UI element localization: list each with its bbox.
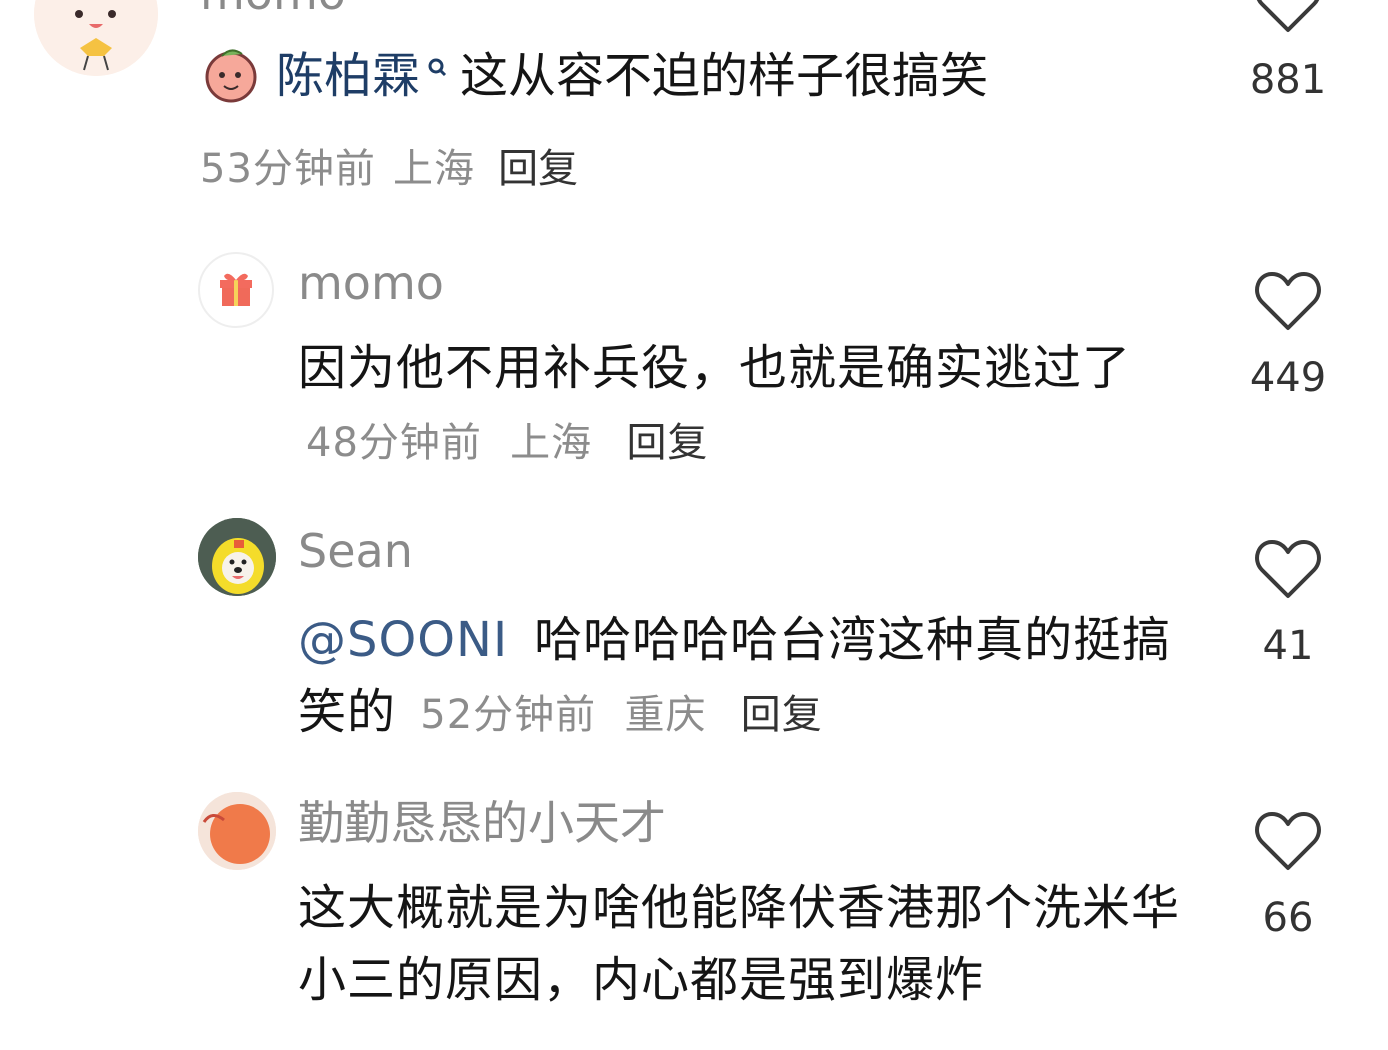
reply-target-name[interactable]: 陈柏霖 (276, 48, 420, 104)
comment-row-1: 陈柏霖 这从容不迫的样子很搞笑 (276, 44, 988, 108)
heart-outline-icon[interactable] (1254, 810, 1322, 872)
avatar[interactable] (198, 518, 276, 596)
gift-icon (220, 273, 252, 306)
mention-link[interactable]: @SOONI (298, 612, 508, 668)
comment-time: 48分钟前 (306, 420, 482, 466)
reply-button[interactable]: 回复 (741, 692, 823, 738)
search-icon (426, 44, 450, 84)
comment-time: 52分钟前 (420, 692, 597, 738)
heart-outline-icon[interactable] (1254, 538, 1322, 600)
like-count: 66 (1262, 895, 1314, 941)
avatar[interactable] (34, 0, 158, 76)
comment-location: 重庆 (624, 692, 707, 738)
comment-body: @SOONI 哈哈哈哈哈台湾这种真的挺搞笑的 52分钟前 重庆 回复 (298, 604, 1188, 751)
comment-username[interactable]: Sean (298, 528, 413, 574)
comment-username[interactable]: 勤勤恳恳的小天才 (298, 800, 666, 846)
comment-location: 上海 (510, 420, 593, 466)
heart-outline-icon[interactable] (1254, 0, 1322, 34)
like-count: 41 (1262, 623, 1314, 669)
heart-outline-icon[interactable] (1254, 270, 1322, 332)
avatar[interactable] (198, 792, 276, 870)
comment-username[interactable]: momo (298, 260, 444, 306)
comment-location: 上海 (393, 146, 475, 192)
peach-avatar-icon (205, 49, 257, 103)
comment-meta: 53分钟前 上海 回复 (200, 136, 578, 194)
dog-avatar-icon (198, 518, 276, 596)
comment-text: 因为他不用补兵役，也就是确实逃过了 (298, 340, 1132, 396)
comment-body: 因为他不用补兵役，也就是确实逃过了 48分钟前 上海 回复 (298, 332, 1188, 479)
avatar[interactable] (198, 252, 274, 328)
comment-text: 这大概就是为啥他能降伏香港那个洗米华小三的原因，内心都是强到爆炸 (298, 880, 1181, 1008)
reply-button[interactable]: 回复 (626, 420, 708, 466)
comment-username[interactable]: momo (200, 0, 346, 16)
reply-button[interactable]: 回复 (498, 146, 578, 192)
reply-target-avatar[interactable] (200, 42, 262, 104)
orange-avatar-icon (198, 792, 276, 870)
cartoon-avatar-icon (34, 0, 158, 76)
comment-time: 53分钟前 (200, 146, 376, 192)
comment-text: 这从容不迫的样子很搞笑 (460, 48, 989, 104)
like-count: 881 (1249, 57, 1327, 103)
comment-body: 这大概就是为啥他能降伏香港那个洗米华小三的原因，内心都是强到爆炸 (298, 872, 1188, 1016)
like-count: 449 (1249, 355, 1327, 401)
